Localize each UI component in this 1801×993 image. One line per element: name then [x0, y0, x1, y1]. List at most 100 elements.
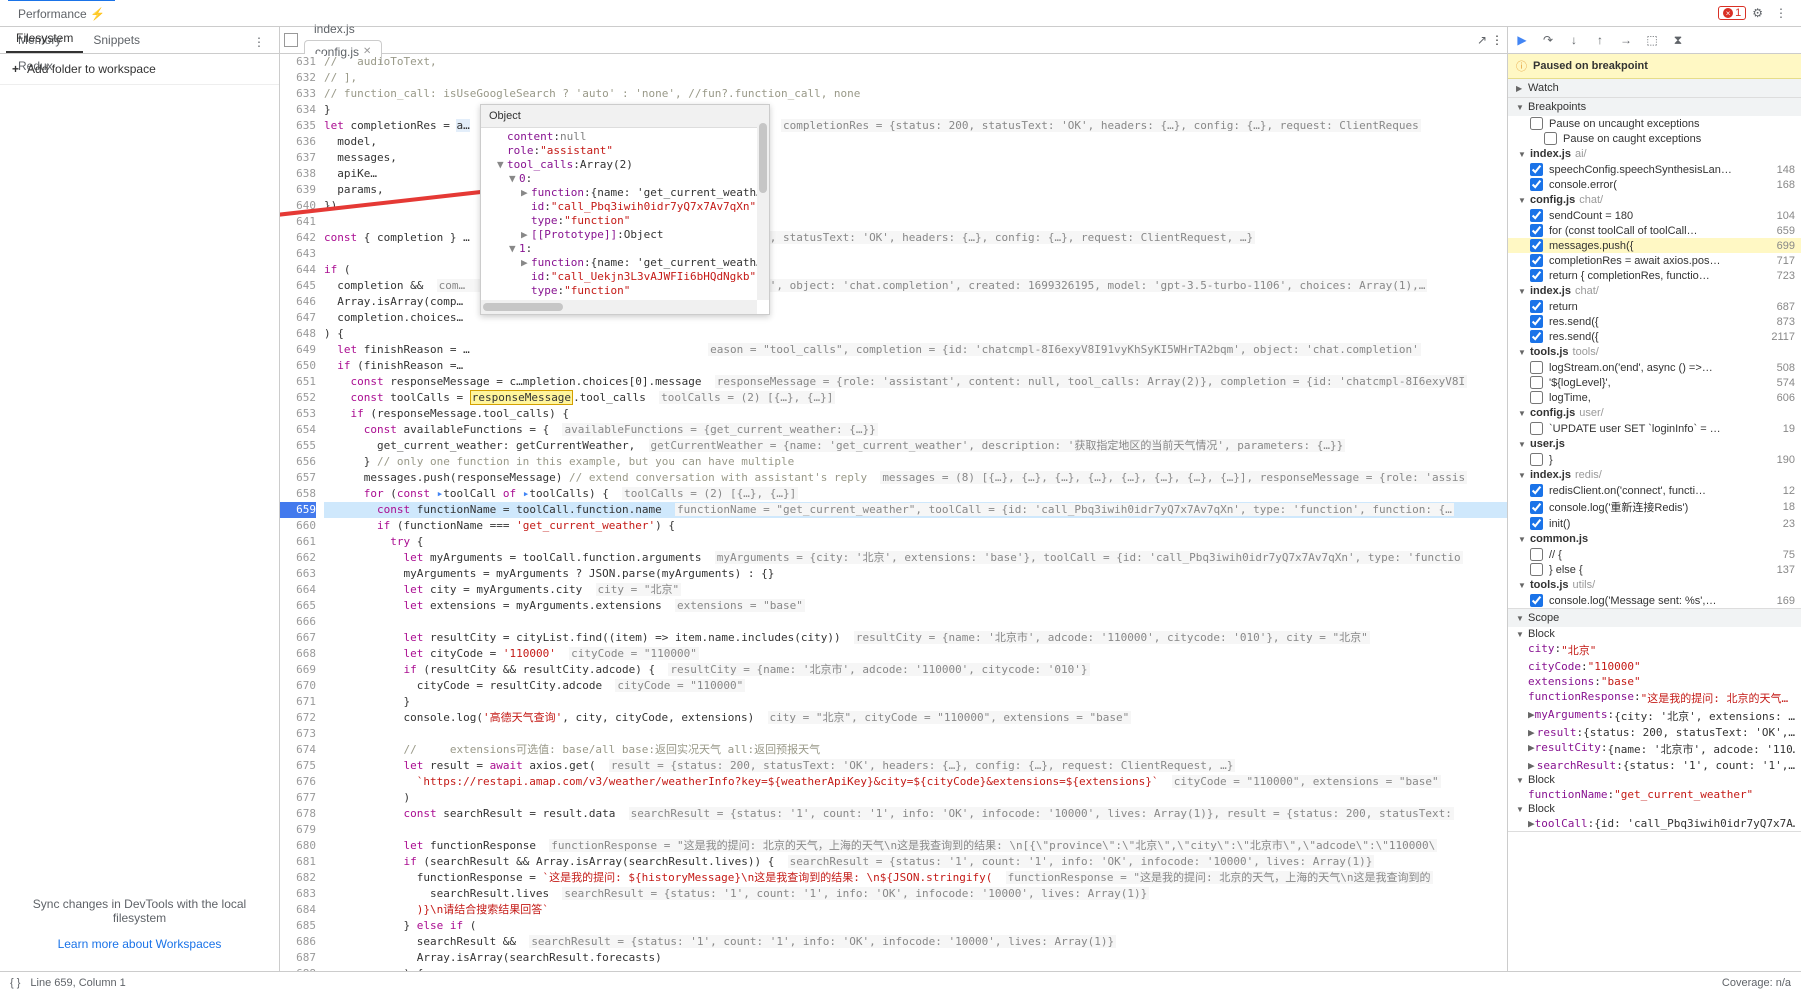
file-tab-bar: index.jsconfig.js ✕ ↗ ⋮ — [280, 27, 1507, 54]
object-property[interactable]: id: "call_Pbq3iwih0idr7yQ7x7Av7qXn" — [485, 200, 765, 214]
bp-file-group[interactable]: ▼tools.jsutils/ — [1508, 577, 1801, 593]
bp-file-group[interactable]: ▼index.jsredis/ — [1508, 467, 1801, 483]
object-property[interactable]: ▼tool_calls: Array(2) — [485, 158, 765, 172]
scope-block-head[interactable]: ▼Block — [1508, 773, 1801, 787]
tab-snippets[interactable]: Snippets — [83, 27, 150, 53]
step-over-icon[interactable]: ↷ — [1540, 33, 1556, 47]
breakpoint-item[interactable]: res.send({873 — [1508, 314, 1801, 329]
bp-file-group[interactable]: ▼index.jsai/ — [1508, 146, 1801, 162]
scope-block-head[interactable]: ▼Block — [1508, 802, 1801, 816]
resume-icon[interactable]: ▶ — [1514, 33, 1530, 47]
editor-panel: index.jsconfig.js ✕ ↗ ⋮ 6316326336346356… — [280, 27, 1507, 971]
navigator-tabs: Filesystem Snippets ⋮ — [0, 27, 279, 54]
scope-variable[interactable]: ▶myArguments: {city: '北京', extensions: … — [1508, 707, 1801, 725]
bp-file-group[interactable]: ▼config.jschat/ — [1508, 192, 1801, 208]
object-property[interactable]: type: "function" — [485, 284, 765, 298]
object-property[interactable]: id: "call_Uekjn3L3vAJWFIi6bHQdNgkb" — [485, 270, 765, 284]
more-vert-icon[interactable]: ⋮ — [1769, 2, 1793, 24]
debugger-panel: ▶ ↷ ↓ ↑ → ⬚ ⧗ ⓘ Paused on breakpoint Wat… — [1507, 27, 1801, 971]
scope-variable[interactable]: ▶toolCall: {id: 'call_Pbq3iwih0idr7yQ7x7… — [1508, 816, 1801, 831]
pause-caught-toggle[interactable]: Pause on caught exceptions — [1508, 131, 1801, 146]
scope-variable[interactable]: cityCode: "110000" — [1508, 659, 1801, 674]
breakpoint-item[interactable]: // {75 — [1508, 547, 1801, 562]
breakpoint-item[interactable]: for (const toolCall of toolCall…659 — [1508, 223, 1801, 238]
file-tab-index-js[interactable]: index.js — [304, 18, 382, 40]
open-external-icon[interactable]: ↗ — [1473, 29, 1491, 51]
status-bar: { } Line 659, Column 1 Coverage: n/a — [0, 971, 1801, 993]
step-icon[interactable]: → — [1618, 33, 1634, 47]
step-into-icon[interactable]: ↓ — [1566, 33, 1582, 47]
object-property[interactable]: ▼1: — [485, 242, 765, 256]
plus-icon: + — [12, 62, 19, 76]
deactivate-breakpoints-icon[interactable]: ⬚ — [1644, 33, 1660, 47]
object-property[interactable]: ▶function: {name: 'get_current_weath… — [485, 186, 765, 200]
navigator-panel: Filesystem Snippets ⋮ +Add folder to wor… — [0, 27, 280, 971]
devtools-tab-bar: ConsoleSourcesPerformance ⚡MemoryRedux ×… — [0, 0, 1801, 27]
scrollbar-horizontal[interactable] — [481, 300, 757, 314]
coverage-status: Coverage: n/a — [1722, 977, 1791, 989]
scope-variable[interactable]: functionResponse: "这是我的提问: 北京的天气… — [1508, 689, 1801, 707]
bp-file-group[interactable]: ▼tools.jstools/ — [1508, 344, 1801, 360]
breakpoint-item[interactable]: completionRes = await axios.pos…717 — [1508, 253, 1801, 268]
more-vert-icon[interactable]: ⋮ — [1491, 33, 1503, 47]
breakpoint-item[interactable]: console.log('Message sent: %s',…169 — [1508, 593, 1801, 608]
braces-icon[interactable]: { } — [10, 977, 20, 989]
bp-file-group[interactable]: ▼config.jsuser/ — [1508, 405, 1801, 421]
breakpoint-item[interactable]: init()23 — [1508, 516, 1801, 531]
breakpoint-item[interactable]: sendCount = 180104 — [1508, 208, 1801, 223]
breakpoint-item[interactable]: '${logLevel}',574 — [1508, 375, 1801, 390]
sync-message: Sync changes in DevTools with the local … — [0, 877, 279, 971]
popup-title: Object — [481, 105, 769, 128]
scrollbar-vertical[interactable] — [757, 123, 769, 300]
paused-banner: ⓘ Paused on breakpoint — [1508, 54, 1801, 79]
scope-section[interactable]: Scope — [1508, 609, 1801, 627]
breakpoint-item[interactable]: logTime,606 — [1508, 390, 1801, 405]
cursor-position: Line 659, Column 1 — [30, 977, 125, 989]
navigator-toggle-icon[interactable] — [284, 33, 298, 47]
object-inspector-popup[interactable]: Object content: nullrole: "assistant"▼to… — [480, 104, 770, 315]
learn-more-link[interactable]: Learn more about Workspaces — [20, 937, 259, 951]
scope-variable[interactable]: ▶resultCity: {name: '北京市', adcode: '110… — [1508, 740, 1801, 758]
step-out-icon[interactable]: ↑ — [1592, 33, 1608, 47]
scope-block-head[interactable]: ▼Block — [1508, 627, 1801, 641]
tab-filesystem[interactable]: Filesystem — [6, 25, 83, 53]
scope-variable[interactable]: ▶searchResult: {status: '1', count: '1',… — [1508, 758, 1801, 773]
object-property[interactable]: type: "function" — [485, 214, 765, 228]
breakpoint-item[interactable]: redisClient.on('connect', functi…12 — [1508, 483, 1801, 498]
object-property[interactable]: ▶function: {name: 'get_current_weath… — [485, 256, 765, 270]
pause-uncaught-toggle[interactable]: Pause on uncaught exceptions — [1508, 116, 1801, 131]
object-property[interactable]: ▶[[Prototype]]: Object — [485, 228, 765, 242]
breakpoints-section[interactable]: Breakpoints — [1508, 98, 1801, 116]
breakpoint-item[interactable]: return { completionRes, functio…723 — [1508, 268, 1801, 283]
object-property[interactable]: role: "assistant" — [485, 144, 765, 158]
breakpoint-item[interactable]: messages.push({699 — [1508, 238, 1801, 253]
breakpoint-item[interactable]: `UPDATE user SET `loginInfo` = …19 — [1508, 421, 1801, 436]
tab-performance[interactable]: Performance ⚡ — [8, 1, 115, 27]
breakpoint-item[interactable]: res.send({2117 — [1508, 329, 1801, 344]
breakpoint-item[interactable]: } else {137 — [1508, 562, 1801, 577]
add-folder-button[interactable]: +Add folder to workspace — [0, 54, 279, 85]
gear-icon[interactable]: ⚙ — [1746, 2, 1769, 24]
object-property[interactable]: content: null — [485, 130, 765, 144]
bp-file-group[interactable]: ▼index.jschat/ — [1508, 283, 1801, 299]
breakpoint-item[interactable]: return687 — [1508, 299, 1801, 314]
more-vert-icon[interactable]: ⋮ — [245, 31, 273, 53]
scope-variable[interactable]: ▶result: {status: 200, statusText: 'OK',… — [1508, 725, 1801, 740]
watch-section[interactable]: Watch — [1508, 79, 1801, 97]
code-editor[interactable]: 6316326336346356366376386396406416426436… — [280, 54, 1507, 971]
bp-file-group[interactable]: ▼user.js — [1508, 436, 1801, 452]
breakpoint-item[interactable]: logStream.on('end', async () =>…508 — [1508, 360, 1801, 375]
pause-exceptions-icon[interactable]: ⧗ — [1670, 33, 1686, 48]
error-count-badge[interactable]: ×1 — [1718, 6, 1746, 20]
scope-variable[interactable]: functionName: "get_current_weather" — [1508, 787, 1801, 802]
scope-variable[interactable]: city: "北京" — [1508, 641, 1801, 659]
breakpoint-item[interactable]: }190 — [1508, 452, 1801, 467]
bp-file-group[interactable]: ▼common.js — [1508, 531, 1801, 547]
breakpoint-item[interactable]: console.error(168 — [1508, 177, 1801, 192]
object-property[interactable]: ▼0: — [485, 172, 765, 186]
breakpoint-item[interactable]: console.log('重新连接Redis')18 — [1508, 498, 1801, 516]
debug-toolbar: ▶ ↷ ↓ ↑ → ⬚ ⧗ — [1508, 27, 1801, 54]
scope-variable[interactable]: extensions: "base" — [1508, 674, 1801, 689]
breakpoint-item[interactable]: speechConfig.speechSynthesisLan…148 — [1508, 162, 1801, 177]
info-icon: ⓘ — [1516, 58, 1527, 74]
